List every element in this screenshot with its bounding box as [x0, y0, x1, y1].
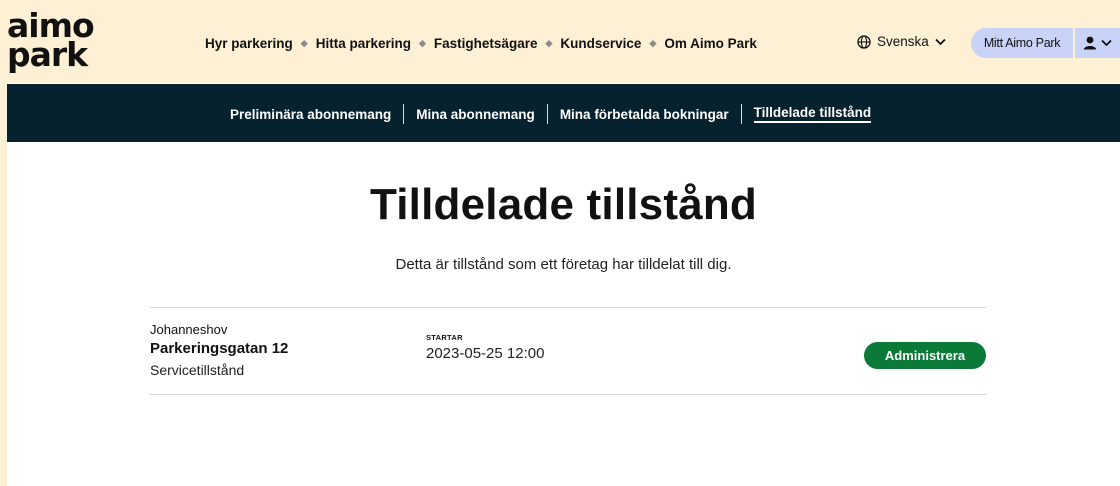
aimo-park-logo[interactable]: aimo park [7, 9, 117, 74]
permit-location: Johanneshov [150, 322, 228, 337]
page: aimo park Hyr parkering ◆ Hitta parkerin… [7, 0, 1120, 486]
permit-street: Parkeringsgatan 12 [150, 340, 289, 357]
account-subnav: Preliminära abonnemang Mina abonnemang M… [7, 84, 1120, 142]
nav-kundservice[interactable]: Kundservice [560, 36, 641, 51]
nav-separator: ◆ [300, 37, 308, 48]
language-label: Svenska [877, 34, 929, 49]
chevron-down-icon [1101, 39, 1112, 47]
language-selector[interactable]: Svenska [857, 34, 952, 49]
user-menu-button[interactable] [1075, 28, 1120, 58]
tab-mina-forbetalda-bokningar[interactable]: Mina förbetalda bokningar [560, 107, 729, 122]
subnav-divider [403, 104, 405, 124]
logo-line-2: park [7, 35, 88, 74]
nav-fastighetsagare[interactable]: Fastighetsägare [434, 36, 538, 51]
divider-bottom [150, 394, 986, 395]
nav-separator: ◆ [649, 37, 657, 48]
subnav-divider [546, 104, 548, 124]
permit-type: Servicetillstånd [150, 362, 245, 378]
permit-starts-value: 2023-05-25 12:00 [426, 345, 545, 362]
mitt-aimo-park-button[interactable]: Mitt Aimo Park [971, 28, 1073, 58]
tab-tilldelade-tillstand[interactable]: Tilldelade tillstånd [753, 105, 872, 123]
page-title: Tilldelade tillstånd [369, 180, 758, 229]
nav-hitta-parkering[interactable]: Hitta parkering [316, 36, 411, 51]
header: aimo park Hyr parkering ◆ Hitta parkerin… [7, 0, 1120, 83]
administrera-button[interactable]: Administrera [864, 342, 986, 369]
nav-om-aimo-park[interactable]: Om Aimo Park [664, 36, 757, 51]
main-nav: Hyr parkering ◆ Hitta parkering ◆ Fastig… [205, 33, 757, 53]
page-subtitle: Detta är tillstånd som ett företag har t… [395, 256, 732, 273]
subnav-divider [740, 104, 742, 124]
nav-hyr-parkering[interactable]: Hyr parkering [205, 36, 293, 51]
chevron-down-icon [935, 38, 946, 45]
user-icon [1083, 36, 1097, 50]
tab-preliminara-abonnemang[interactable]: Preliminära abonnemang [230, 107, 391, 122]
tab-mina-abonnemang[interactable]: Mina abonnemang [416, 107, 535, 122]
nav-separator: ◆ [545, 37, 553, 48]
globe-icon [857, 34, 871, 49]
permit-starts-label: STARTAR [426, 333, 463, 342]
divider-top [150, 307, 986, 308]
nav-separator: ◆ [419, 37, 426, 48]
